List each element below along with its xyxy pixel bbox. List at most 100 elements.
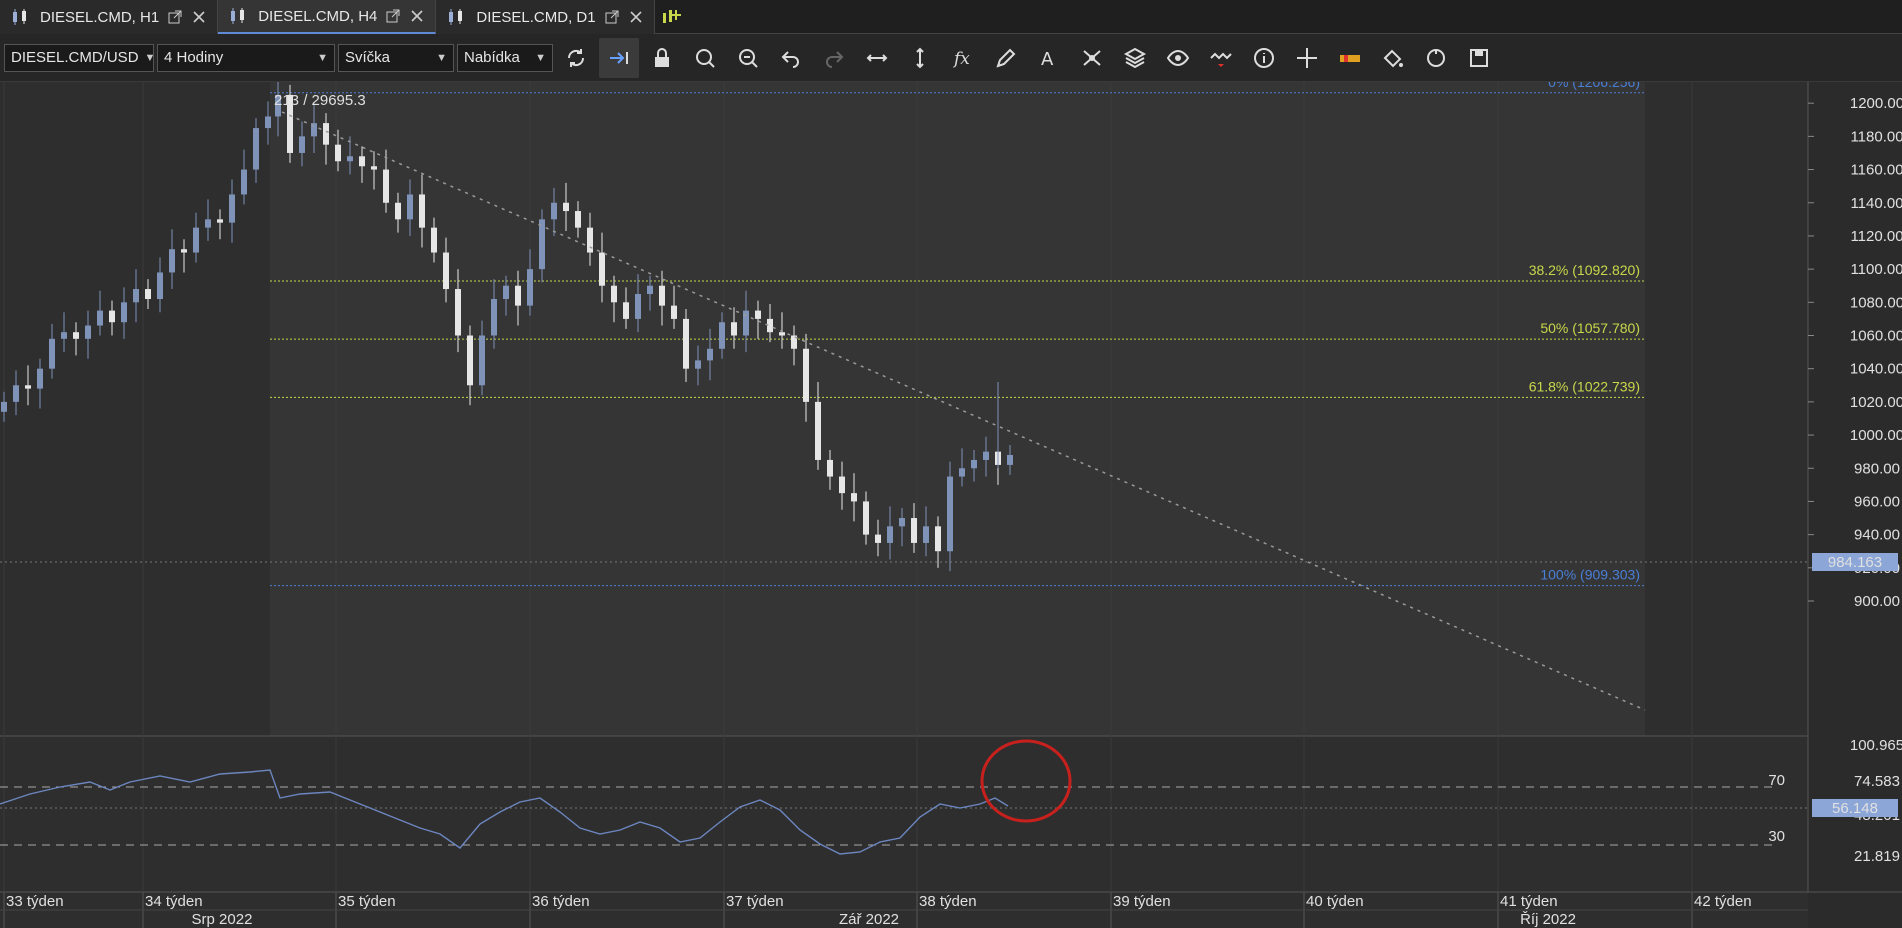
candle-body <box>371 166 377 170</box>
candle-body <box>383 169 389 203</box>
candle-body <box>935 526 941 552</box>
layers-button[interactable] <box>1115 38 1155 78</box>
candle-body <box>73 332 79 339</box>
candle-body <box>815 401 821 460</box>
candle-body <box>779 332 785 336</box>
external-link-icon[interactable] <box>604 9 620 25</box>
candlestick-icon <box>13 9 26 25</box>
candle-body <box>971 459 977 469</box>
week-label: 40 týden <box>1306 893 1364 910</box>
horizontal-resize-button[interactable] <box>857 38 897 78</box>
month-label: Srp 2022 <box>192 911 253 928</box>
fib-level-label: 38.2% (1092.820) <box>1529 262 1640 278</box>
candle-body <box>611 285 617 303</box>
draw-button[interactable] <box>986 38 1026 78</box>
chart-type-value: Svíčka <box>345 49 391 66</box>
candle-body <box>241 169 247 195</box>
oscillator-tick: 74.583 <box>1854 773 1900 790</box>
period-select[interactable]: 4 Hodiny ▼ <box>157 43 335 72</box>
candle-body <box>61 332 67 339</box>
candle-body <box>359 156 365 167</box>
candle-body <box>539 219 545 270</box>
visibility-button[interactable] <box>1158 38 1198 78</box>
candle-body <box>467 335 473 386</box>
redo-button[interactable] <box>814 38 854 78</box>
close-icon[interactable] <box>628 9 644 25</box>
price-tick: 980.00 <box>1854 460 1900 477</box>
wave-alert-icon <box>1210 52 1232 67</box>
week-label: 33 týden <box>6 893 64 910</box>
refresh-button[interactable] <box>556 38 596 78</box>
candle-body <box>335 144 341 162</box>
external-link-icon[interactable] <box>385 8 401 24</box>
price-tick: 940.00 <box>1854 527 1900 544</box>
week-label: 36 týden <box>532 893 590 910</box>
week-label: 35 týden <box>338 893 396 910</box>
price-tick: 1080.00 <box>1850 294 1902 311</box>
instrument-select[interactable]: DIESEL.CMD/USD ▼ <box>4 43 156 72</box>
candle-body <box>887 526 893 543</box>
candle-body <box>443 252 449 290</box>
candle-body <box>85 325 91 339</box>
tab-diesel-h4[interactable]: DIESEL.CMD, H4 <box>218 0 437 34</box>
redo-icon <box>826 50 844 68</box>
chevron-down-icon: ▼ <box>144 51 156 64</box>
svg-text:fx: fx <box>952 49 970 69</box>
candle-body <box>947 476 953 552</box>
candle-body <box>863 501 869 535</box>
price-side-select[interactable]: Nabídka ▼ <box>457 43 553 72</box>
price-tick: 1100.00 <box>1850 261 1902 278</box>
price-tick: 1020.00 <box>1850 394 1902 411</box>
close-icon[interactable] <box>409 8 425 24</box>
zoom-out-button[interactable] <box>728 38 768 78</box>
period-value: 4 Hodiny <box>164 49 224 66</box>
price-chart[interactable]: 1220.001200.001180.001160.001140.001120.… <box>0 82 1902 928</box>
candle-body <box>551 202 557 220</box>
undo-button[interactable] <box>771 38 811 78</box>
candle-body <box>671 305 677 319</box>
candle-body <box>755 310 761 319</box>
candle-body <box>169 249 175 273</box>
candle-body <box>407 194 413 220</box>
candle-body <box>575 211 581 228</box>
alerts-button[interactable] <box>1201 38 1241 78</box>
candle-body <box>959 468 965 477</box>
tab-diesel-h1[interactable]: DIESEL.CMD, H1 <box>0 0 219 34</box>
shift-chart-button[interactable] <box>599 37 639 78</box>
lock-button[interactable] <box>642 38 682 78</box>
add-chart-button[interactable] <box>655 0 689 33</box>
indicators-button[interactable]: fx <box>943 38 983 78</box>
chart-type-select[interactable]: Svíčka ▼ <box>338 43 454 72</box>
candle-body <box>899 518 905 527</box>
candle-body <box>97 310 103 326</box>
tab-label: DIESEL.CMD, D1 <box>476 8 596 26</box>
svg-text:A: A <box>1041 49 1054 70</box>
zoom-in-button[interactable] <box>685 38 725 78</box>
reset-button[interactable] <box>1416 38 1456 78</box>
chart-toolbar: DIESEL.CMD/USD ▼ 4 Hodiny ▼ Svíčka ▼ Nabídk… <box>0 34 1902 82</box>
theme-button[interactable] <box>1373 38 1413 78</box>
price-tick: 960.00 <box>1854 493 1900 510</box>
text-tool-button[interactable]: A <box>1029 38 1069 78</box>
crosshair-button[interactable] <box>1287 38 1327 78</box>
candle-body <box>299 136 305 153</box>
text-icon: A <box>1041 49 1054 70</box>
chart-area[interactable]: 1220.001200.001180.001160.001140.001120.… <box>0 82 1902 928</box>
info-button[interactable] <box>1244 38 1284 78</box>
close-icon[interactable] <box>191 9 207 25</box>
week-label: 41 týden <box>1500 893 1558 910</box>
price-tick: 1000.00 <box>1850 427 1902 444</box>
cursor-readout: 213 / 29695.3 <box>274 92 366 109</box>
current-price-label: 984.163 <box>1828 554 1882 571</box>
external-link-icon[interactable] <box>167 9 183 25</box>
objects-button[interactable] <box>1072 38 1112 78</box>
candle-body <box>647 285 653 295</box>
ruler-button[interactable] <box>1330 38 1370 78</box>
vertical-resize-button[interactable] <box>900 38 940 78</box>
horizontal-arrows-icon <box>866 53 888 62</box>
candle-body <box>599 252 605 286</box>
chevron-down-icon: ▼ <box>436 51 447 64</box>
save-button[interactable] <box>1459 38 1499 78</box>
tab-label: DIESEL.CMD, H1 <box>40 8 160 26</box>
tab-diesel-d1[interactable]: DIESEL.CMD, D1 <box>436 0 655 34</box>
